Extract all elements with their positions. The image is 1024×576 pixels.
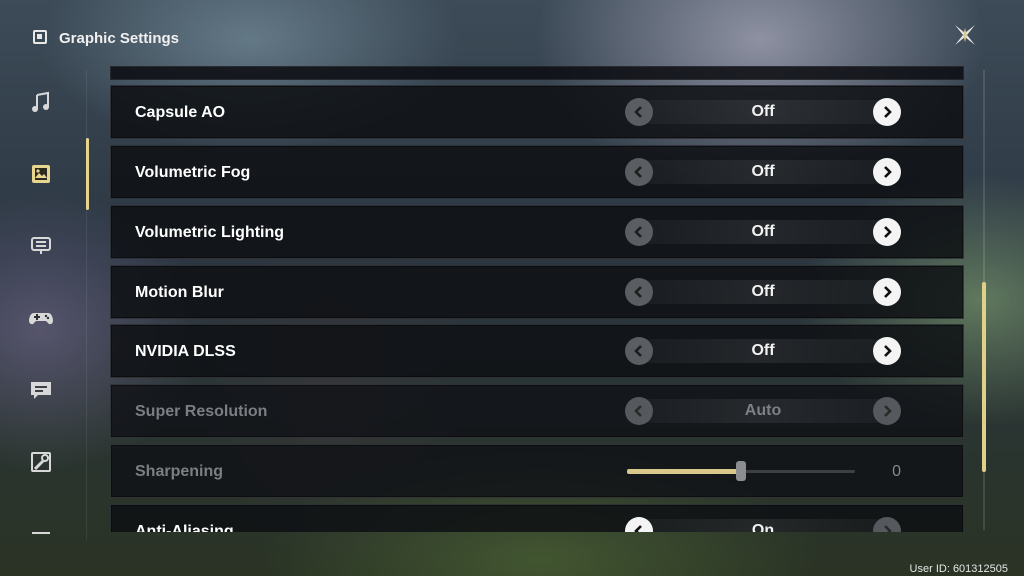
next-option-button[interactable]	[873, 397, 901, 425]
chevron-left-icon	[634, 166, 642, 178]
chevron-right-icon	[884, 286, 892, 298]
previous-option-button[interactable]	[625, 397, 653, 425]
setting-row-volumetric-lighting: Volumetric Lighting Off	[110, 205, 964, 259]
option-selector: Auto	[625, 397, 901, 425]
next-option-button[interactable]	[873, 218, 901, 246]
sidebar-item-more[interactable]	[26, 518, 56, 548]
chevron-right-icon	[884, 106, 892, 118]
sidebar-item-other[interactable]	[26, 447, 56, 477]
chevron-left-icon	[634, 226, 642, 238]
chevron-right-icon	[884, 226, 892, 238]
chevron-left-icon	[634, 405, 642, 417]
next-option-button[interactable]	[873, 98, 901, 126]
slider-value: 0	[892, 463, 901, 480]
chevron-right-icon	[884, 405, 892, 417]
sidebar	[0, 70, 86, 576]
setting-label: Capsule AO	[135, 104, 226, 121]
setting-row-nvidia-dlss: NVIDIA DLSS Off	[110, 324, 964, 378]
setting-row-motion-blur: Motion Blur Off	[110, 265, 964, 319]
chat-bubble-icon	[31, 382, 51, 399]
option-selector: Off	[625, 337, 901, 365]
option-selector: Off	[625, 158, 901, 186]
picture-icon	[32, 165, 50, 183]
setting-row-sharpening: Sharpening 0	[110, 444, 964, 498]
option-selector: Off	[625, 98, 901, 126]
next-option-button[interactable]	[873, 337, 901, 365]
previous-option-button[interactable]	[625, 158, 653, 186]
setting-label: Volumetric Fog	[135, 164, 251, 181]
setting-row-anti-aliasing: Anti-Aliasing On	[110, 504, 964, 532]
selected-value: Off	[751, 163, 775, 180]
setting-label: Volumetric Lighting	[135, 224, 285, 241]
chevron-left-icon	[634, 345, 642, 357]
settings-list: Capsule AO Off Volumetric Fog Off Volume…	[110, 66, 964, 532]
option-selector: Off	[625, 278, 901, 306]
setting-label: NVIDIA DLSS	[135, 343, 236, 360]
music-note-icon	[32, 91, 49, 112]
setting-row-volumetric-fog: Volumetric Fog Off	[110, 145, 964, 199]
previous-option-button[interactable]	[625, 278, 653, 306]
next-option-button[interactable]	[873, 517, 901, 532]
sidebar-item-chat[interactable]	[26, 375, 56, 405]
previous-option-button[interactable]	[625, 98, 653, 126]
sidebar-item-graphics[interactable]	[26, 159, 56, 189]
selected-value: On	[751, 522, 775, 532]
selected-value: Auto	[744, 402, 782, 419]
user-id: User ID: 601312505	[909, 563, 1008, 575]
next-option-button[interactable]	[873, 278, 901, 306]
chevron-right-icon	[884, 525, 892, 532]
picture-icon	[33, 30, 47, 44]
wrench-icon	[31, 452, 51, 472]
option-selector: Off	[625, 218, 901, 246]
chevron-left-icon	[634, 106, 642, 118]
next-option-button[interactable]	[873, 158, 901, 186]
selected-value: Off	[751, 103, 775, 120]
active-tab-indicator	[86, 138, 89, 210]
previous-option-button[interactable]	[625, 218, 653, 246]
setting-label: Sharpening	[135, 463, 224, 480]
chevron-right-icon	[884, 345, 892, 357]
setting-row-partial	[110, 66, 964, 80]
option-selector: On	[625, 517, 901, 532]
setting-row-super-resolution: Super Resolution Auto	[110, 384, 964, 438]
setting-label: Anti-Aliasing	[135, 523, 234, 532]
top-bar: Graphic Settings	[0, 0, 1024, 70]
slider-thumb[interactable]	[736, 461, 746, 481]
selected-value: Off	[751, 223, 775, 240]
close-x-icon	[955, 25, 975, 45]
chevron-left-icon	[634, 525, 642, 532]
slider-fill	[627, 469, 741, 474]
close-button[interactable]	[950, 20, 980, 50]
setting-label: Super Resolution	[135, 403, 268, 420]
sidebar-item-gamepad[interactable]	[26, 303, 56, 333]
sidebar-item-audio[interactable]	[26, 88, 56, 118]
gamepad-icon	[29, 313, 53, 325]
chevron-left-icon	[634, 286, 642, 298]
setting-row-capsule-ao: Capsule AO Off	[110, 85, 964, 139]
sharpening-slider[interactable]	[627, 461, 855, 481]
selected-value: Off	[751, 283, 775, 300]
scrollbar-thumb[interactable]	[982, 282, 986, 472]
sidebar-item-controls[interactable]	[26, 230, 56, 260]
chevron-right-icon	[884, 166, 892, 178]
dash-icon	[32, 532, 50, 534]
page-title: Graphic Settings	[59, 30, 180, 47]
setting-label: Motion Blur	[135, 284, 224, 301]
selected-value: Off	[751, 342, 775, 359]
previous-option-button[interactable]	[625, 337, 653, 365]
keyboard-icon	[31, 237, 51, 254]
